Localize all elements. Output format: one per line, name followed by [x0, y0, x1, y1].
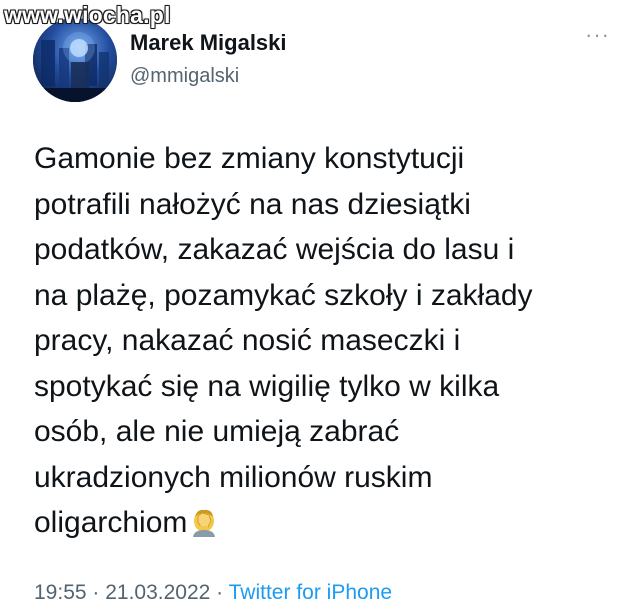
tweet-meta: 19:55 · 21.03.2022 · Twitter for iPhone: [34, 580, 392, 606]
facepalm-emoji-icon: [193, 509, 216, 537]
tweet-source-link[interactable]: Twitter for iPhone: [229, 581, 392, 604]
tweet-text: Gamonie bez zmiany konstytucji potrafili…: [34, 136, 614, 546]
author-display-name[interactable]: Marek Migalski: [130, 30, 287, 56]
avatar[interactable]: [33, 18, 117, 102]
author-handle[interactable]: @mmigalski: [130, 64, 287, 88]
tweet-line: na plażę, pozamykać szkoły i zakłady: [34, 278, 533, 312]
tweet-line: pracy, nakazać nosić maseczki i: [34, 324, 461, 357]
meta-separator: ·: [210, 581, 229, 604]
author-block[interactable]: Marek Migalski @mmigalski: [130, 30, 287, 88]
tweet-line: spotykać się na wigilię tylko w kilka: [34, 369, 500, 403]
more-icon[interactable]: ···: [585, 24, 610, 46]
tweet-time[interactable]: 19:55: [34, 581, 87, 604]
tweet-line: Gamonie bez zmiany konstytucji: [34, 142, 465, 175]
avatar-image: [33, 18, 117, 102]
tweet-card: www.wiocha.pl Marek Migalski @mmigalski: [0, 0, 642, 616]
tweet-line: podatków, zakazać wejścia do lasu i: [34, 233, 515, 266]
watermark: www.wiocha.pl: [4, 2, 171, 28]
tweet-line: potrafili nałożyć na nas dziesiątki: [34, 187, 471, 221]
tweet-line: osób, ale nie umieją zabrać: [34, 415, 400, 448]
tweet-line: ukradzionych milionów ruskim: [34, 460, 433, 494]
meta-separator: ·: [86, 581, 106, 604]
tweet-line-last: oligarchiom: [34, 500, 614, 546]
tweet-line: oligarchiom: [34, 506, 188, 539]
tweet-date[interactable]: 21.03.2022: [105, 581, 210, 604]
